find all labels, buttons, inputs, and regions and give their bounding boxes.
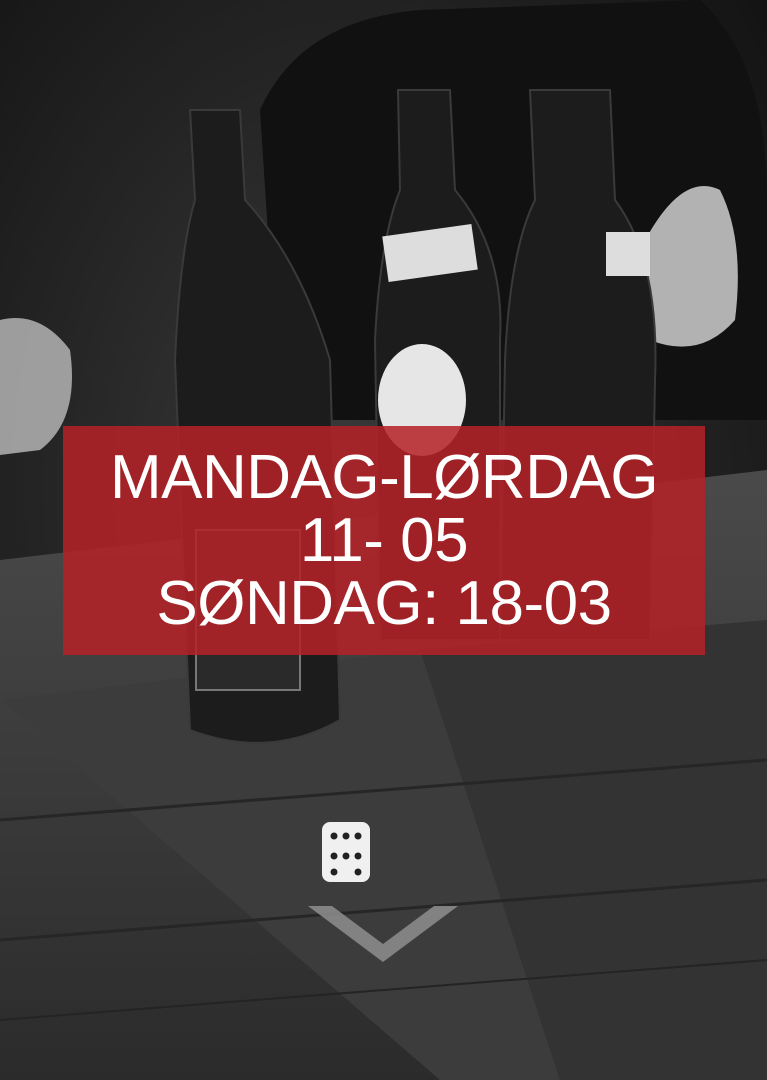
- sunday-hours: SØNDAG: 18-03: [156, 569, 612, 638]
- hero-section: MANDAG-LØRDAG 11- 05 SØNDAG: 18-03: [0, 0, 767, 1080]
- weekdays-label: MANDAG-LØRDAG: [109, 443, 659, 512]
- scroll-down-button[interactable]: [308, 906, 458, 962]
- weekdays-time: 11- 05: [299, 506, 469, 575]
- chevron-down-icon: [308, 906, 458, 962]
- opening-hours-banner: MANDAG-LØRDAG 11- 05 SØNDAG: 18-03: [63, 426, 705, 655]
